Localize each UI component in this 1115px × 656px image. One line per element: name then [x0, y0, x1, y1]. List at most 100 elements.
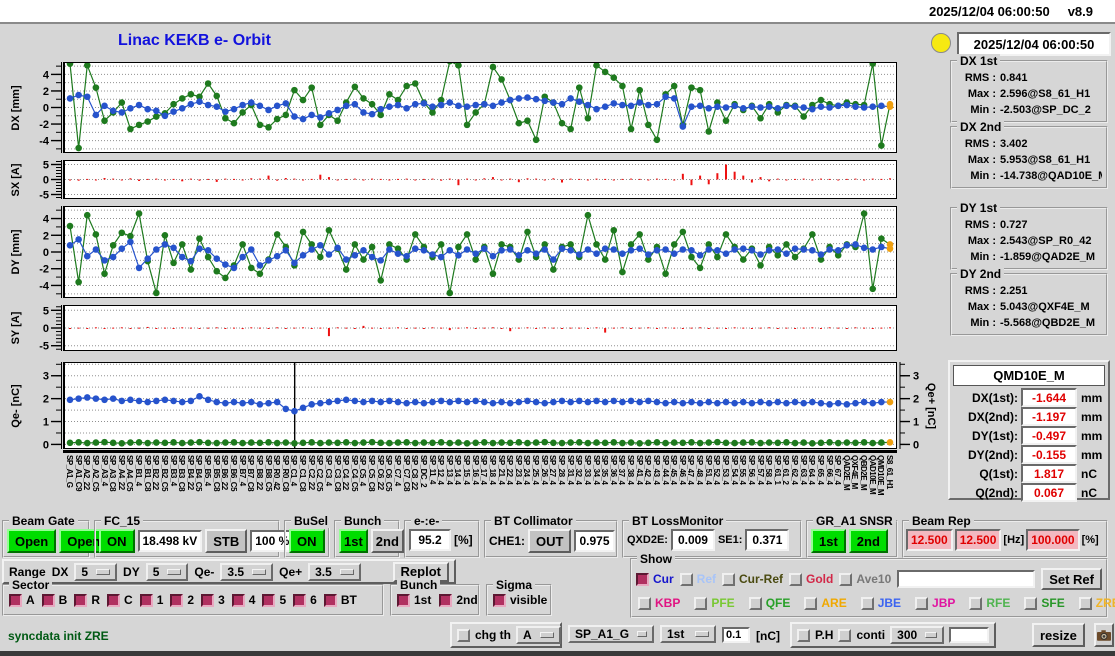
svg-text:-2: -2	[39, 264, 49, 276]
svg-text:3: 3	[913, 371, 919, 383]
checkbox-label: JBE	[877, 596, 902, 610]
checkbox-6[interactable]	[293, 593, 307, 607]
checkbox-chg-th[interactable]	[457, 628, 470, 642]
rms-label: RMS :	[964, 285, 996, 297]
threshold-mode-select[interactable]: A	[516, 626, 561, 644]
qmd-row-label: Q(2nd):	[975, 485, 1018, 500]
sigma-group: Sigma visible	[486, 578, 552, 616]
checkbox-cur-ref[interactable]	[722, 572, 736, 586]
checkbox-label: R	[91, 593, 101, 607]
group-title: GR_A1 SNSR	[813, 514, 896, 528]
checkbox-2[interactable]	[170, 593, 184, 607]
checkbox-label: B	[58, 593, 68, 607]
points-select[interactable]: 300	[890, 626, 945, 644]
option-menu-dash-icon	[637, 631, 647, 637]
checkbox-bt[interactable]	[323, 593, 337, 607]
che1-out-button[interactable]: OUT	[528, 529, 572, 553]
checkbox-label: BT	[340, 593, 357, 607]
se1-value: 0.371	[745, 529, 790, 551]
checkbox-jbp[interactable]	[915, 596, 929, 610]
checkbox-rfe[interactable]	[969, 596, 983, 610]
range-qem-select[interactable]: 3.5	[220, 562, 274, 581]
svg-text:2: 2	[913, 394, 919, 406]
checkbox-c[interactable]	[107, 593, 121, 607]
x-tick-label: SP_25_4	[531, 455, 541, 485]
checkbox-1st[interactable]	[397, 593, 410, 607]
qmd-panel-title: QMD10E_M	[953, 365, 1105, 386]
range-qep-select[interactable]: 3.5	[308, 562, 361, 581]
svg-text:0: 0	[43, 103, 49, 115]
min-value: -5.568@QBD2E_M	[1000, 317, 1096, 329]
fc15-on-button[interactable]: ON	[99, 529, 135, 553]
check-item: A	[9, 593, 35, 607]
checkbox-qfe[interactable]	[748, 596, 762, 610]
extra-input[interactable]	[949, 627, 990, 643]
qmd-row-unit: mm	[1081, 447, 1103, 462]
checkbox-label: JBP	[932, 596, 956, 610]
min-label: Min :	[970, 317, 996, 329]
svg-text:-4: -4	[39, 136, 50, 148]
threshold-input[interactable]	[722, 627, 750, 643]
set-ref-button[interactable]: Set Ref	[1041, 568, 1102, 590]
checkbox-sfe[interactable]	[1024, 596, 1038, 610]
show-row2-items: KBP PFE QFE ARE JBE JBP RFE SFE ZRE	[632, 590, 1115, 610]
points-select-value: 300	[897, 628, 918, 642]
checkbox-ref[interactable]	[679, 572, 693, 586]
checkbox-p-h[interactable]	[797, 628, 810, 642]
group-title: Bunch	[397, 578, 441, 592]
checkbox-4[interactable]	[231, 593, 245, 607]
x-tick-label: SP_C6_C5	[384, 455, 394, 492]
gr-1st-button[interactable]: 1st	[811, 529, 846, 553]
checkbox-b[interactable]	[41, 593, 55, 607]
fc15-stb-button[interactable]: STB	[205, 529, 248, 553]
stat-group-dx-2nd: DX 2nd RMS : 3.402 Max : 5.953@S8_61_H1 Mi…	[950, 120, 1108, 189]
sy-y-axis: 5 0 -5	[39, 305, 62, 351]
checkbox-label: KBP	[655, 596, 681, 610]
checkbox-1[interactable]	[139, 593, 153, 607]
checkbox-2nd[interactable]	[439, 593, 453, 607]
beam-rep-percent: 100.000	[1026, 529, 1080, 551]
range-dy-select[interactable]: 5	[145, 562, 189, 581]
camera-icon	[1097, 629, 1111, 641]
checkbox-label: 2	[187, 593, 195, 607]
checkbox-gold[interactable]	[789, 572, 803, 586]
rms-label: RMS :	[964, 72, 996, 84]
beam-gate-open-button-1[interactable]: Open	[7, 529, 57, 553]
gr-2nd-button[interactable]: 2nd	[848, 529, 888, 553]
checkbox-kbp[interactable]	[638, 596, 651, 610]
x-tick-label: SP_33_4	[582, 455, 592, 485]
svg-text:4: 4	[43, 69, 50, 81]
bt-collimator-group: BT Collimator CHE1: OUT 0.975	[484, 514, 618, 558]
x-tick-label: SP_52_4	[712, 455, 722, 485]
checkbox-jbe[interactable]	[860, 596, 874, 610]
range-dx-select[interactable]: 5	[74, 562, 118, 581]
window-bottom-edge	[0, 651, 1115, 656]
checkbox-visible[interactable]	[493, 593, 506, 607]
bunch-select[interactable]: 1st	[660, 625, 716, 643]
checkbox-cur[interactable]	[636, 572, 649, 586]
bunch-2nd-button[interactable]: 2nd	[370, 529, 404, 553]
dx-y-axis: 4 2 0 -2 -4	[39, 62, 62, 153]
resize-button[interactable]: resize	[1032, 623, 1085, 647]
rms-label: RMS :	[964, 138, 996, 150]
ref-file-input[interactable]	[897, 570, 1036, 588]
busel-on-button[interactable]: ON	[289, 529, 325, 553]
camera-snapshot-button[interactable]	[1094, 623, 1114, 647]
checkbox-r[interactable]	[74, 593, 88, 607]
checkbox-label: Ave10	[856, 572, 892, 586]
checkbox-conti[interactable]	[838, 628, 852, 642]
bunch-1st-button[interactable]: 1st	[339, 529, 368, 553]
qmd-row-label: DY(1st):	[971, 428, 1018, 443]
svg-text:2: 2	[43, 86, 49, 98]
bpm-select[interactable]: SP_A1_G	[568, 625, 654, 643]
checkbox-5[interactable]	[262, 593, 276, 607]
checkbox-pfe[interactable]	[694, 596, 708, 610]
svg-text:5: 5	[43, 305, 49, 317]
checkbox-3[interactable]	[201, 593, 215, 607]
checkbox-are[interactable]	[804, 596, 818, 610]
checkbox-zre[interactable]	[1078, 596, 1092, 610]
check-item: Ave10	[839, 572, 891, 586]
max-label: Max :	[967, 154, 996, 166]
checkbox-ave10[interactable]	[839, 572, 853, 586]
checkbox-a[interactable]	[9, 593, 22, 607]
